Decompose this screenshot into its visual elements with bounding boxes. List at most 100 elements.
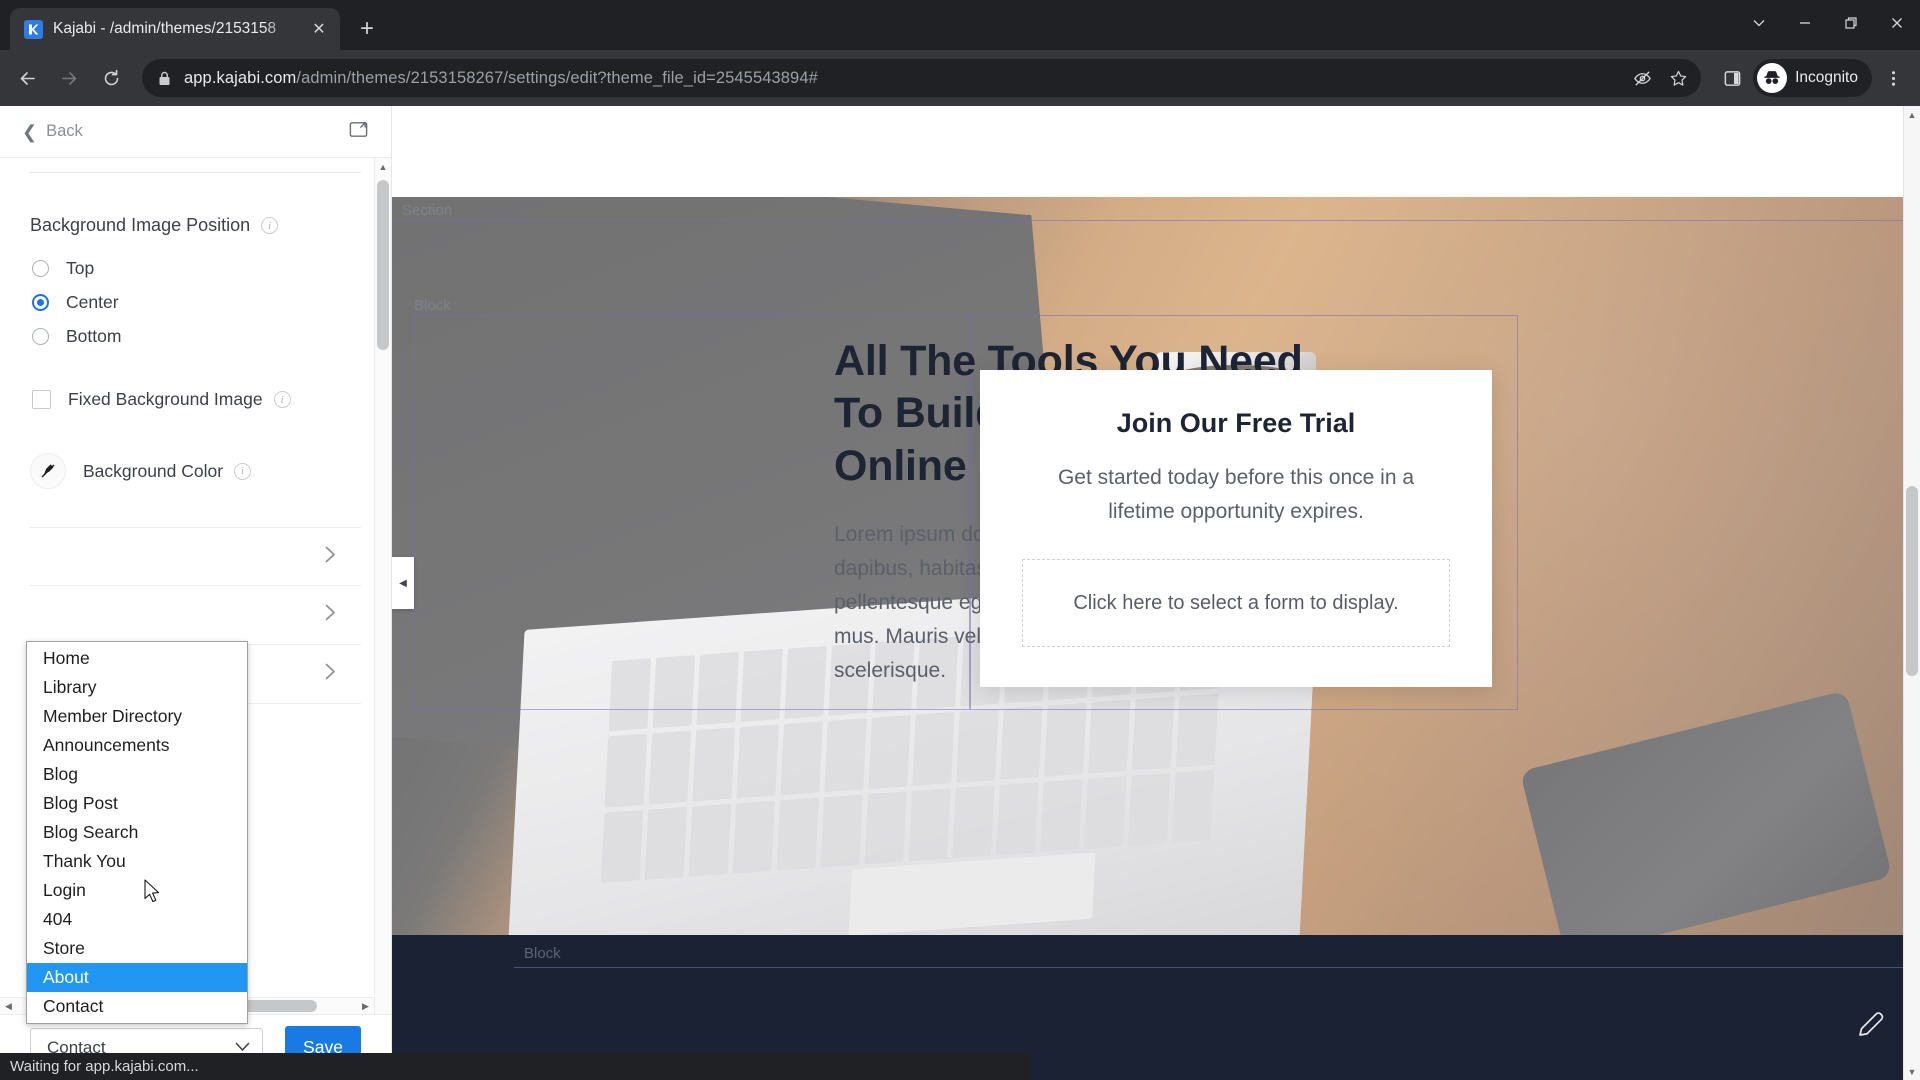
- reload-icon[interactable]: [92, 59, 130, 97]
- side-panel-icon[interactable]: [1713, 59, 1751, 97]
- incognito-avatar-icon: [1757, 63, 1788, 93]
- dropdown-option-404[interactable]: 404: [27, 905, 247, 934]
- triangle-left-icon[interactable]: ◀: [0, 1001, 17, 1012]
- dropdown-option-login[interactable]: Login: [27, 876, 247, 905]
- chevron-down-icon[interactable]: [1736, 0, 1782, 46]
- radio-top[interactable]: [32, 260, 49, 277]
- status-bar: Waiting for app.kajabi.com...: [0, 1053, 1030, 1080]
- radio-top-label: Top: [66, 258, 95, 278]
- triangle-right-icon[interactable]: ▶: [357, 1001, 374, 1012]
- panel-collapse-handle[interactable]: ◀: [392, 557, 414, 609]
- toolbar-right: Incognito: [1713, 59, 1912, 97]
- scrollbar-thumb[interactable]: [1906, 486, 1918, 676]
- info-icon[interactable]: i: [234, 462, 252, 480]
- minimize-icon[interactable]: [1782, 0, 1828, 46]
- lock-icon: [158, 71, 172, 86]
- kebab-menu-icon[interactable]: [1874, 59, 1912, 97]
- collapsible-section-row[interactable]: [30, 586, 361, 645]
- dropdown-option-contact[interactable]: Contact: [27, 992, 247, 1021]
- chevron-right-icon: [325, 663, 336, 685]
- theme-preview: Section Block All The Tools You Need To …: [392, 106, 1920, 1080]
- triangle-up-icon[interactable]: ▲: [1904, 106, 1920, 123]
- arrow-right-icon: [50, 59, 88, 97]
- panel-content: Background Image Position i Top Center B…: [0, 158, 391, 704]
- radio-bottom[interactable]: [32, 328, 49, 345]
- preview-scrollbar[interactable]: ▲ ▼: [1903, 106, 1920, 1080]
- arrow-left-icon[interactable]: [8, 59, 46, 97]
- section-outline: [392, 220, 1903, 221]
- browser-window: Kajabi - /admin/themes/2153158 ✕ + app.k…: [0, 0, 1920, 1080]
- block-outline-bottom: [514, 967, 1920, 968]
- window-controls: [1736, 0, 1920, 46]
- address-bar[interactable]: app.kajabi.com/admin/themes/2153158267/s…: [142, 59, 1702, 97]
- scrollbar-thumb[interactable]: [377, 180, 389, 350]
- url-path: /admin/themes/2153158267/settings/edit?t…: [296, 68, 818, 87]
- block-label-bottom: Block: [524, 945, 561, 962]
- chevron-right-icon: [325, 604, 336, 626]
- section-label: Section: [402, 202, 453, 219]
- page-select-dropdown[interactable]: Home Library Member Directory Announceme…: [26, 641, 248, 1024]
- fixed-background-label: Fixed Background Image i: [68, 389, 291, 410]
- url-host: app.kajabi.com: [184, 68, 297, 87]
- radio-bottom-label: Bottom: [66, 326, 122, 346]
- dropdown-option-library[interactable]: Library: [27, 673, 247, 702]
- dropdown-option-blog[interactable]: Blog: [27, 760, 247, 789]
- incognito-label: Incognito: [1795, 69, 1858, 86]
- dropdown-option-blog-post[interactable]: Blog Post: [27, 789, 247, 818]
- close-icon[interactable]: [1874, 0, 1920, 46]
- collapsible-section-row[interactable]: [30, 527, 361, 586]
- plus-icon[interactable]: +: [350, 12, 384, 46]
- eye-slash-icon[interactable]: [1625, 61, 1659, 95]
- block-label: Block: [414, 297, 451, 314]
- chevron-right-icon: [325, 546, 336, 568]
- restore-icon[interactable]: [1828, 0, 1874, 46]
- close-icon[interactable]: ✕: [308, 18, 330, 40]
- browser-tab[interactable]: Kajabi - /admin/themes/2153158 ✕: [10, 8, 340, 50]
- radio-option-bottom[interactable]: Bottom: [30, 326, 361, 347]
- pencil-icon[interactable]: [1856, 1009, 1886, 1044]
- background-color-label: Background Color i: [83, 460, 252, 482]
- triangle-down-icon[interactable]: ▼: [1904, 1063, 1920, 1080]
- card-subtitle: Get started today before this once in a …: [1057, 466, 1415, 524]
- card-title: Join Our Free Trial: [1116, 408, 1356, 438]
- browser-toolbar: app.kajabi.com/admin/themes/2153158267/s…: [0, 50, 1920, 106]
- theme-settings-panel: ❮ Back Background Image Position i Top C…: [0, 106, 392, 1080]
- fixed-background-checkbox[interactable]: [32, 390, 51, 409]
- panel-vertical-scrollbar[interactable]: ▲ ▼: [374, 158, 391, 1080]
- bg-position-label-text: Background Image Position: [30, 215, 251, 235]
- info-icon[interactable]: i: [273, 391, 291, 408]
- radio-option-top[interactable]: Top: [30, 258, 361, 279]
- tab-strip: Kajabi - /admin/themes/2153158 ✕ +: [0, 0, 1920, 50]
- back-label: Back: [46, 122, 83, 140]
- bg-position-label: Background Image Position i: [30, 215, 361, 236]
- fixed-background-row[interactable]: Fixed Background Image i: [32, 389, 361, 410]
- star-icon[interactable]: [1661, 61, 1695, 95]
- triangle-up-icon[interactable]: ▲: [375, 158, 391, 175]
- no-color-dropper-icon[interactable]: [30, 453, 66, 489]
- external-link-icon[interactable]: [348, 119, 369, 145]
- chevron-left-icon: ❮: [22, 121, 38, 142]
- info-icon[interactable]: i: [261, 217, 279, 234]
- dropdown-option-about[interactable]: About: [27, 963, 247, 992]
- dropdown-option-member-directory[interactable]: Member Directory: [27, 702, 247, 731]
- dropdown-option-thank-you[interactable]: Thank You: [27, 847, 247, 876]
- divider: [30, 172, 361, 173]
- fixed-background-label-text: Fixed Background Image: [68, 389, 263, 409]
- dropdown-option-store[interactable]: Store: [27, 934, 247, 963]
- background-color-row[interactable]: Background Color i: [30, 453, 361, 489]
- url-text: app.kajabi.com/admin/themes/2153158267/s…: [184, 69, 1613, 88]
- radio-center[interactable]: [32, 294, 49, 311]
- radio-center-label: Center: [66, 292, 119, 312]
- back-button[interactable]: ❮ Back: [22, 122, 83, 141]
- page-viewport: ❮ Back Background Image Position i Top C…: [0, 106, 1920, 1080]
- panel-header: ❮ Back: [0, 106, 391, 158]
- dropdown-option-home[interactable]: Home: [27, 644, 247, 673]
- kajabi-logo-icon: [24, 19, 43, 39]
- dropdown-option-announcements[interactable]: Announcements: [27, 731, 247, 760]
- free-trial-card: Join Our Free Trial Get started today be…: [980, 370, 1492, 688]
- incognito-indicator[interactable]: Incognito: [1753, 59, 1872, 97]
- background-color-label-text: Background Color: [83, 460, 224, 481]
- radio-option-center[interactable]: Center: [30, 292, 361, 313]
- dropdown-option-blog-search[interactable]: Blog Search: [27, 818, 247, 847]
- form-selector-placeholder[interactable]: Click here to select a form to display.: [1022, 559, 1450, 648]
